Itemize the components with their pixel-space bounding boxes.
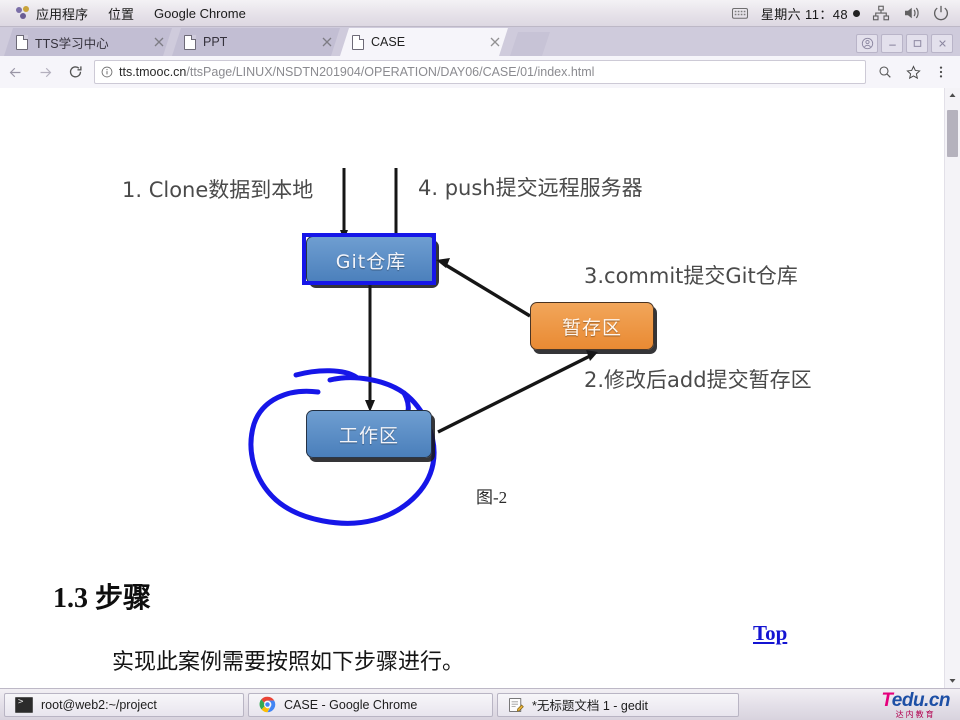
active-app-label: Google Chrome: [154, 5, 246, 21]
page-paragraph: 实现此案例需要按照如下步骤进行。: [112, 649, 465, 674]
gedit-icon: [509, 697, 524, 712]
tedu-logo-rest: edu.cn: [891, 689, 951, 711]
taskbar-item-label: *无标题文档 1 - gedit: [532, 699, 649, 713]
url-path: /ttsPage/LINUX/NSDTN201904/OPERATION/DAY…: [186, 65, 595, 79]
tedu-logo-t: T: [881, 689, 892, 711]
chrome-window: TTS学习中心 PPT CASE tts.tmooc.cn/ttsPage/LI…: [0, 0, 960, 688]
page-viewport: 1. Clone数据到本地 4. push提交远程服务器 3.commit提交G…: [0, 88, 960, 688]
tab-tts[interactable]: TTS学习中心: [4, 28, 172, 56]
applications-menu-label: 应用程序: [36, 6, 89, 22]
panel-menu-group: 应用程序 位置 Google Chrome: [0, 2, 256, 25]
tab-label: PPT: [203, 35, 228, 49]
tab-ppt[interactable]: PPT: [172, 28, 340, 56]
profile-icon[interactable]: [856, 34, 878, 53]
desktop-taskbar: root@web2:~/project CASE - Google Chrome…: [0, 688, 960, 720]
minimize-icon[interactable]: [881, 34, 903, 53]
taskbar-item-label: CASE - Google Chrome: [284, 697, 418, 712]
node-label: 工作区: [338, 424, 399, 447]
places-menu[interactable]: 位置: [98, 2, 144, 25]
diagram-label-clone: 1. Clone数据到本地: [122, 178, 314, 202]
zoom-icon[interactable]: [872, 59, 898, 85]
page-content: 1. Clone数据到本地 4. push提交远程服务器 3.commit提交G…: [0, 88, 945, 688]
taskbar-item-gedit[interactable]: *无标题文档 1 - gedit: [497, 692, 739, 717]
toolbar-actions: [872, 59, 960, 85]
desktop-top-panel: 应用程序 位置 Google Chrome 星期六 11：48: [0, 0, 960, 27]
maximize-icon[interactable]: [906, 34, 928, 53]
power-icon[interactable]: [932, 4, 950, 22]
diagram-label-add: 2.修改后add提交暂存区: [584, 368, 812, 392]
page-icon: [16, 35, 28, 50]
info-icon: [101, 66, 113, 78]
tab-label: CASE: [371, 35, 406, 49]
url-host: tts.tmooc.cn: [119, 65, 187, 79]
top-link[interactable]: Top: [753, 621, 787, 646]
star-icon[interactable]: [900, 59, 926, 85]
close-icon[interactable]: [488, 35, 502, 49]
browser-toolbar: tts.tmooc.cn/ttsPage/LINUX/NSDTN201904/O…: [0, 56, 960, 89]
annotation-rectangle-git-repo: [302, 233, 436, 285]
page-scrollbar[interactable]: [944, 88, 960, 688]
keyboard-icon[interactable]: [731, 4, 749, 22]
applications-menu[interactable]: 应用程序: [6, 2, 98, 25]
tedu-logo-text: Tedu.cn: [881, 691, 950, 710]
chrome-icon: [259, 696, 276, 713]
clock[interactable]: 星期六 11：48: [761, 4, 860, 23]
diagram-label-commit: 3.commit提交Git仓库: [584, 264, 798, 288]
panel-tray: 星期六 11：48: [731, 4, 960, 23]
tedu-logo-subtitle: 达内教育: [895, 709, 936, 719]
recording-dot-icon: [853, 9, 860, 17]
diagram-caption: 图-2: [476, 488, 508, 507]
scroll-down-arrow-icon[interactable]: [945, 673, 960, 688]
clock-label: 星期六 11：48: [760, 6, 848, 22]
close-icon[interactable]: [931, 34, 953, 53]
taskbar-item-chrome[interactable]: CASE - Google Chrome: [248, 692, 493, 717]
three-dot-menu-icon[interactable]: [928, 59, 954, 85]
terminal-icon: [15, 696, 33, 713]
diagram-label-push: 4. push提交远程服务器: [418, 176, 643, 200]
tab-strip: TTS学习中心 PPT CASE: [0, 26, 960, 56]
active-app-menu[interactable]: Google Chrome: [144, 4, 256, 23]
scroll-up-arrow-icon[interactable]: [945, 88, 960, 103]
back-button[interactable]: [0, 57, 30, 87]
close-icon[interactable]: [152, 35, 166, 49]
network-icon[interactable]: [872, 4, 890, 22]
git-workflow-diagram: 1. Clone数据到本地 4. push提交远程服务器 3.commit提交G…: [0, 88, 945, 528]
new-tab-button[interactable]: [510, 32, 550, 56]
reload-button[interactable]: [60, 57, 90, 87]
page-icon: [184, 35, 196, 50]
window-controls: [856, 34, 960, 56]
close-icon[interactable]: [320, 35, 334, 49]
diagram-connectors: [248, 168, 598, 526]
address-bar[interactable]: tts.tmooc.cn/ttsPage/LINUX/NSDTN201904/O…: [94, 60, 866, 84]
scrollbar-thumb[interactable]: [947, 110, 958, 157]
screen: 应用程序 位置 Google Chrome 星期六 11：48 TTS学习中心 …: [0, 0, 960, 720]
diagram-node-working-area: 工作区: [306, 410, 432, 458]
tab-case[interactable]: CASE: [340, 28, 508, 56]
page-section-heading: 1.3 步骤: [53, 583, 152, 614]
page-icon: [352, 35, 364, 50]
volume-icon[interactable]: [902, 4, 920, 22]
taskbar-item-label: root@web2:~/project: [41, 697, 157, 712]
url-text: tts.tmooc.cn/ttsPage/LINUX/NSDTN201904/O…: [119, 65, 594, 79]
taskbar-item-terminal[interactable]: root@web2:~/project: [4, 692, 244, 717]
tedu-logo: Tedu.cn 达内教育: [881, 691, 956, 719]
node-label: 暂存区: [561, 316, 622, 339]
tab-label: TTS学习中心: [35, 36, 109, 51]
gnome-foot-icon: [16, 6, 30, 20]
forward-button[interactable]: [30, 57, 60, 87]
diagram-node-staging-area: 暂存区: [530, 302, 654, 350]
places-menu-label: 位置: [108, 6, 135, 22]
